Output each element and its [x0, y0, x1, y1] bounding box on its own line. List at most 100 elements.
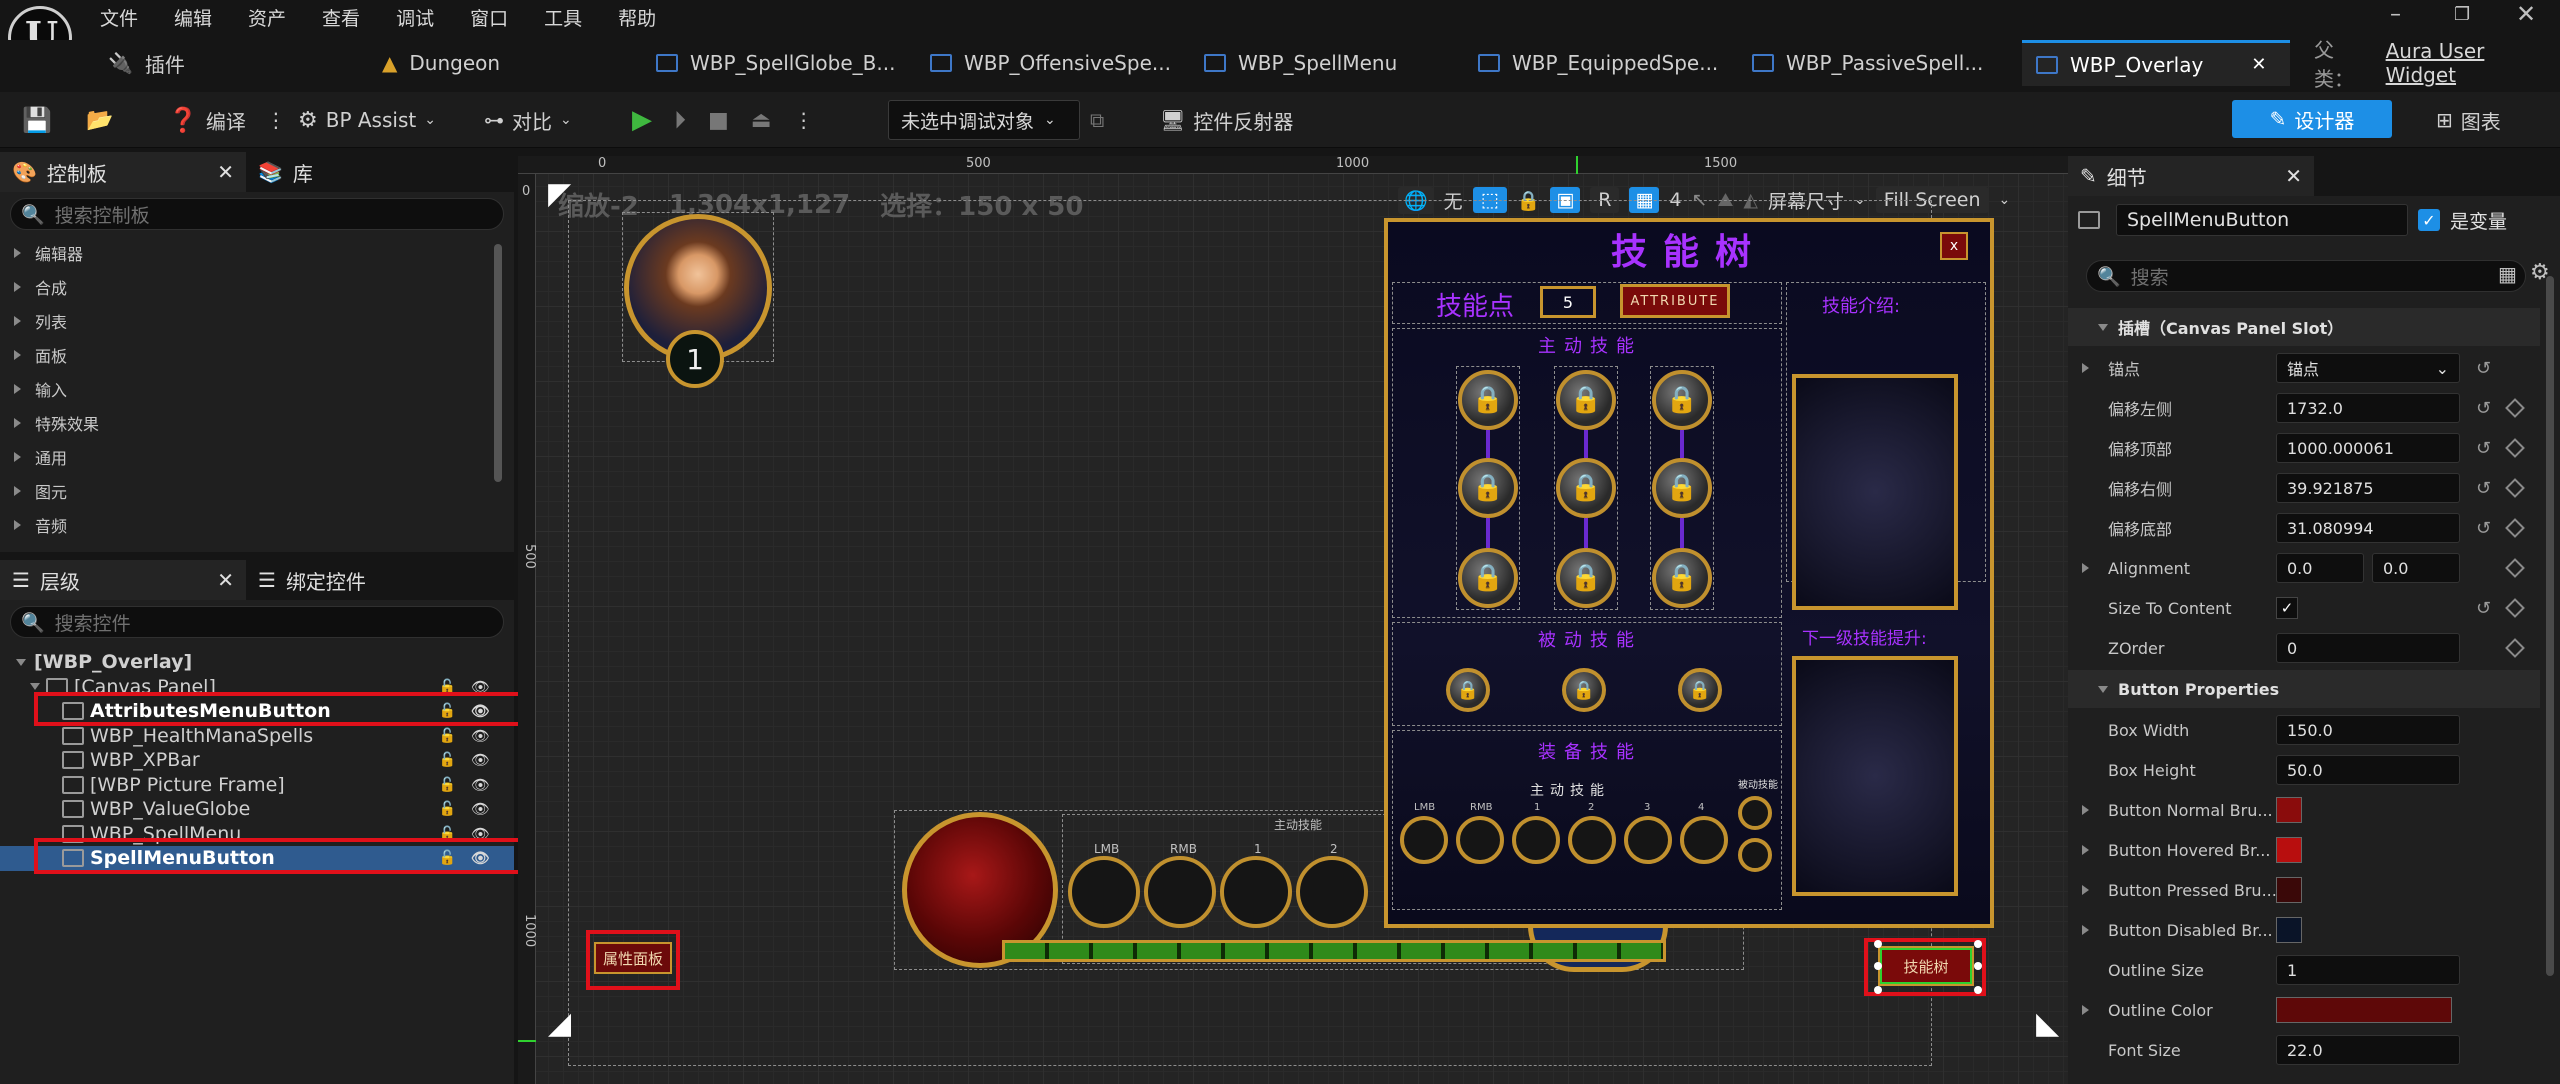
- palette-search[interactable]: 🔍 搜索控制板: [10, 198, 504, 230]
- tab-equipped[interactable]: WBP_EquippedSpe...: [1478, 40, 1718, 86]
- eye-icon[interactable]: 👁: [471, 727, 490, 745]
- menu-window[interactable]: 窗口: [470, 4, 508, 31]
- menu-help[interactable]: 帮助: [618, 4, 656, 31]
- parent-class-link[interactable]: Aura User Widget: [2386, 39, 2560, 87]
- keyframe-icon[interactable]: [2505, 478, 2525, 498]
- passive-spell-locked[interactable]: 🔒: [1562, 668, 1606, 712]
- alignment-x-input[interactable]: 0.0: [2276, 553, 2364, 583]
- tab-overlay[interactable]: WBP_Overlay ✕: [2022, 40, 2290, 86]
- tree-picture-frame[interactable]: [WBP Picture Frame] 🔓 👁: [0, 773, 514, 798]
- close-icon[interactable]: ✕: [2285, 164, 2302, 188]
- alignment-y-input[interactable]: 0.0: [2372, 553, 2460, 583]
- equipped-slot[interactable]: [1680, 816, 1728, 864]
- close-window-icon[interactable]: ✕: [2516, 0, 2536, 28]
- eye-icon[interactable]: 👁: [471, 776, 490, 794]
- close-icon[interactable]: ✕: [217, 160, 234, 184]
- tab-passive[interactable]: WBP_PassiveSpell...: [1752, 40, 1983, 86]
- category-item[interactable]: 输入: [0, 372, 500, 406]
- diff-button[interactable]: ⊶ 对比 ⌄: [484, 100, 572, 140]
- size-to-content-checkbox[interactable]: ✓: [2276, 597, 2298, 619]
- resize-handle[interactable]: [1974, 962, 1982, 970]
- reset-icon[interactable]: ↺: [2476, 478, 2491, 499]
- reset-icon[interactable]: ↺: [2476, 398, 2491, 419]
- details-scrollbar[interactable]: [2546, 276, 2554, 976]
- keyframe-icon[interactable]: [2505, 518, 2525, 538]
- button-properties-header[interactable]: Button Properties: [2068, 670, 2540, 708]
- pressed-brush-swatch[interactable]: [2276, 877, 2302, 903]
- category-item[interactable]: 合成: [0, 270, 500, 304]
- box-height-input[interactable]: 50.0: [2276, 755, 2460, 785]
- lock-icon[interactable]: 🔓: [439, 777, 456, 793]
- eject-icon[interactable]: ⏏: [751, 108, 772, 133]
- equipped-passive-slot[interactable]: [1738, 838, 1772, 872]
- equipped-slot[interactable]: [1400, 816, 1448, 864]
- normal-brush-swatch[interactable]: [2276, 797, 2302, 823]
- offensive-spell-locked[interactable]: 🔒: [1458, 458, 1518, 518]
- browse-icon[interactable]: 📂: [86, 100, 113, 140]
- equipped-passive-slot[interactable]: [1738, 796, 1772, 830]
- attributes-menu-button[interactable]: 属性面板: [594, 942, 672, 974]
- reset-icon[interactable]: ↺: [2476, 518, 2491, 539]
- outline-color-swatch[interactable]: [2276, 997, 2452, 1023]
- offensive-spell-locked[interactable]: 🔒: [1556, 458, 1616, 518]
- tree-health-mana-spells[interactable]: WBP_HealthManaSpells 🔓 👁: [0, 724, 514, 749]
- anchor-icon[interactable]: ◢: [548, 1006, 571, 1041]
- resize-handle[interactable]: [1974, 986, 1982, 994]
- anchors-dropdown[interactable]: 锚点 ⌄: [2276, 353, 2460, 383]
- keyframe-icon[interactable]: [2505, 438, 2525, 458]
- tab-spellmenu[interactable]: WBP_SpellMenu: [1204, 40, 1397, 86]
- attribute-button[interactable]: ATTRIBUTE: [1620, 284, 1730, 318]
- equipped-slot[interactable]: [1456, 816, 1504, 864]
- save-icon[interactable]: 💾: [22, 100, 52, 140]
- minimize-icon[interactable]: –: [2390, 2, 2401, 27]
- tab-hierarchy[interactable]: ☰ 层级 ✕: [0, 560, 246, 600]
- spell-slot[interactable]: [1220, 856, 1292, 928]
- step-icon[interactable]: ⏵: [674, 106, 686, 134]
- more-icon[interactable]: ⋮: [266, 108, 286, 132]
- tab-library[interactable]: 📚 库: [246, 152, 325, 192]
- offensive-spell-locked[interactable]: 🔒: [1556, 370, 1616, 430]
- category-item[interactable]: 编辑器: [0, 236, 500, 270]
- menu-debug[interactable]: 调试: [396, 4, 434, 31]
- menu-view[interactable]: 查看: [322, 4, 360, 31]
- resize-handle[interactable]: [1874, 986, 1882, 994]
- spell-menu-button[interactable]: 技能树: [1878, 946, 1974, 986]
- hierarchy-search[interactable]: 🔍 搜索控件: [10, 606, 504, 638]
- tree-xp-bar[interactable]: WBP_XPBar 🔓 👁: [0, 748, 514, 773]
- keyframe-icon[interactable]: [2505, 558, 2525, 578]
- reset-icon[interactable]: ↺: [2476, 358, 2491, 379]
- compile-button[interactable]: ❓ 编译 ⋮: [168, 100, 286, 140]
- box-width-input[interactable]: 150.0: [2276, 715, 2460, 745]
- resize-handle[interactable]: [1974, 940, 1982, 948]
- bp-assist-button[interactable]: ⚙ BP Assist ⌄: [298, 100, 436, 140]
- designer-canvas[interactable]: 0 500 1000 1500 0 500 1000 缩放-2 1,304x1,…: [518, 156, 2068, 1084]
- equipped-slot[interactable]: [1624, 816, 1672, 864]
- close-tab-icon[interactable]: ✕: [2251, 54, 2266, 75]
- passive-spell-locked[interactable]: 🔒: [1678, 668, 1722, 712]
- more-icon[interactable]: ⋮: [794, 108, 814, 132]
- zorder-input[interactable]: 0: [2276, 633, 2460, 663]
- offset-top-input[interactable]: 1000.000061: [2276, 433, 2460, 463]
- tab-plugins[interactable]: 🔌 插件: [108, 40, 185, 86]
- reset-icon[interactable]: ↺: [2476, 598, 2491, 619]
- offensive-spell-locked[interactable]: 🔒: [1458, 370, 1518, 430]
- close-icon[interactable]: ✕: [217, 568, 234, 592]
- resize-handle[interactable]: [1874, 962, 1882, 970]
- offensive-spell-locked[interactable]: 🔒: [1556, 548, 1616, 608]
- palette-scrollbar[interactable]: [494, 244, 502, 482]
- equipped-slot[interactable]: [1568, 816, 1616, 864]
- widget-reflector-button[interactable]: 🖥 控件反射器: [1160, 100, 1293, 140]
- tree-root[interactable]: [WBP_Overlay]: [0, 650, 514, 675]
- anchor-icon[interactable]: ◢: [548, 180, 571, 215]
- spell-slot[interactable]: [1068, 856, 1140, 928]
- eye-icon[interactable]: 👁: [471, 800, 490, 818]
- tab-offensive[interactable]: WBP_OffensiveSpe...: [930, 40, 1171, 86]
- category-item[interactable]: 音频: [0, 508, 500, 542]
- offensive-spell-locked[interactable]: 🔒: [1458, 548, 1518, 608]
- menu-tools[interactable]: 工具: [544, 4, 582, 31]
- eye-icon[interactable]: 👁: [471, 751, 490, 769]
- anchor-icon[interactable]: ◢: [2036, 1006, 2059, 1041]
- keyframe-icon[interactable]: [2505, 398, 2525, 418]
- spell-slot[interactable]: [1296, 856, 1368, 928]
- offensive-spell-locked[interactable]: 🔒: [1652, 548, 1712, 608]
